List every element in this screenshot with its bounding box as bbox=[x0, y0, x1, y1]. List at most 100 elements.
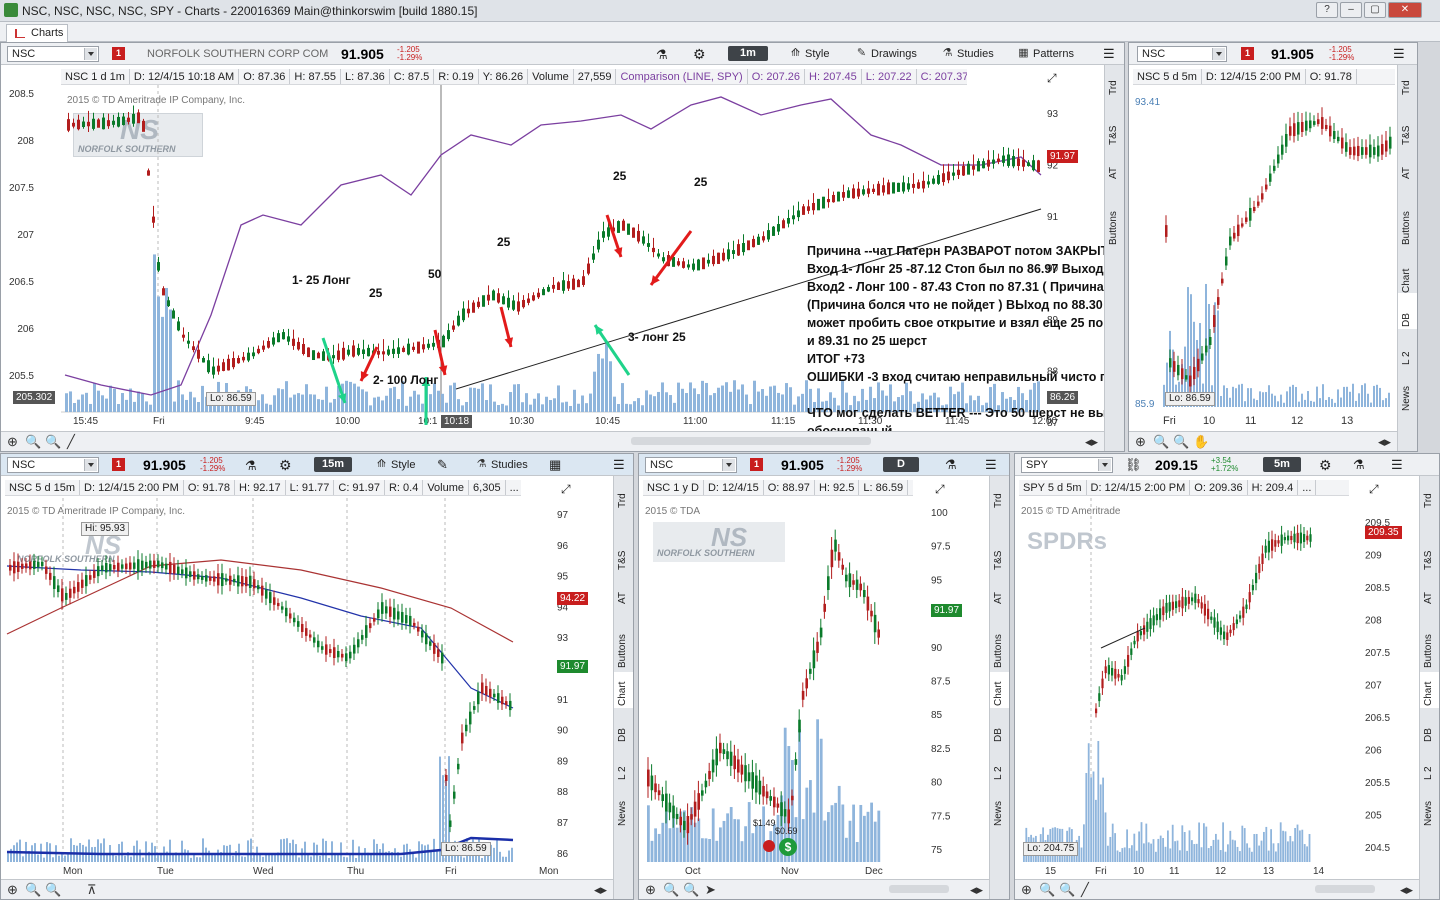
br-time-tick: Fri bbox=[1095, 866, 1107, 877]
style-button[interactable]: ⟰ Style bbox=[787, 46, 830, 62]
bm-scrollbar[interactable] bbox=[889, 885, 949, 893]
link-badge[interactable]: 1 bbox=[112, 47, 125, 60]
crosshair-icon[interactable]: ⊕ bbox=[1021, 883, 1032, 897]
bm-candle-body bbox=[762, 785, 765, 797]
side-tab-chart[interactable]: Chart bbox=[614, 672, 633, 708]
patterns-button[interactable]: ▦ Patterns bbox=[1015, 46, 1074, 62]
side-tab-chart[interactable]: Chart bbox=[1420, 672, 1439, 708]
flask-icon[interactable]: ⚗ bbox=[656, 47, 668, 63]
br-symbol-selector[interactable]: SPY bbox=[1021, 457, 1113, 473]
scroll-arrows-icon[interactable]: ◂▸ bbox=[970, 883, 983, 897]
collapse-icon[interactable]: ⤢ bbox=[1369, 482, 1379, 497]
pencil-icon[interactable]: ✎ bbox=[437, 457, 448, 473]
bl-symbol-selector[interactable]: NSC bbox=[7, 457, 99, 473]
br-candle-body bbox=[1168, 602, 1171, 612]
chevron-down-icon[interactable] bbox=[722, 459, 735, 471]
menu-icon[interactable]: ☰ bbox=[985, 457, 997, 473]
candle-body bbox=[237, 357, 240, 364]
minimize-button[interactable]: – bbox=[1340, 2, 1362, 18]
bm-candle-body bbox=[776, 803, 780, 808]
tr-symbol-selector[interactable]: NSC bbox=[1137, 46, 1227, 62]
candle-body bbox=[442, 335, 445, 348]
bm-candle-body bbox=[751, 772, 754, 789]
studies-button[interactable]: ⚗ Studies bbox=[939, 46, 994, 62]
aggregation-button[interactable]: 1m bbox=[728, 46, 768, 61]
patterns-icon[interactable]: ▦ bbox=[549, 457, 561, 473]
crosshair-icon[interactable]: ⊕ bbox=[1135, 435, 1146, 449]
bm-aggregation-button[interactable]: D bbox=[883, 457, 919, 472]
menu-icon[interactable]: ☰ bbox=[1391, 457, 1403, 473]
help-button[interactable]: ? bbox=[1316, 2, 1338, 18]
zoom-out-icon[interactable]: 🔍 bbox=[1059, 883, 1075, 897]
drawing-line-icon[interactable]: ╱ bbox=[1081, 883, 1089, 897]
tr-volume-bar bbox=[1367, 393, 1369, 407]
scroll-arrows-icon[interactable]: ◂▸ bbox=[1378, 435, 1391, 449]
link-icon[interactable]: ⛓ bbox=[1125, 457, 1142, 473]
bl-candle-body bbox=[169, 561, 172, 574]
menu-icon[interactable]: ☰ bbox=[613, 457, 625, 473]
gear-icon[interactable]: ⚙ bbox=[693, 46, 706, 63]
chevron-down-icon[interactable] bbox=[1098, 459, 1111, 471]
flask-icon[interactable]: ⚗ bbox=[1353, 457, 1365, 473]
chevron-down-icon[interactable] bbox=[84, 48, 97, 60]
candle-body bbox=[742, 243, 745, 253]
collapse-icon[interactable]: ⤢ bbox=[935, 482, 945, 497]
zoom-in-icon[interactable]: 🔍 bbox=[25, 435, 41, 449]
zoom-in-icon[interactable]: 🔍 bbox=[663, 883, 679, 897]
crosshair-icon[interactable]: ⊕ bbox=[645, 883, 656, 897]
bl-volume-bar bbox=[415, 857, 417, 862]
br-volume-bar bbox=[1236, 846, 1239, 862]
scrollbar[interactable] bbox=[631, 437, 871, 445]
bm-candle-body bbox=[765, 791, 769, 799]
bl-candle-body bbox=[341, 653, 344, 658]
crosshair-icon[interactable]: ⊕ bbox=[7, 883, 18, 897]
bl-link-badge[interactable]: 1 bbox=[112, 458, 125, 471]
pan-hand-icon[interactable]: ✋ bbox=[1193, 435, 1209, 449]
pointer-icon[interactable]: ➤ bbox=[705, 883, 716, 897]
volume-bar bbox=[69, 391, 72, 412]
scroll-arrows-icon[interactable]: ◂▸ bbox=[1085, 435, 1098, 449]
flask-icon[interactable]: ⚗ bbox=[945, 457, 957, 473]
menu-icon[interactable]: ☰ bbox=[1393, 46, 1405, 62]
zoom-out-icon[interactable]: 🔍 bbox=[1173, 435, 1189, 449]
tab-charts[interactable]: Charts bbox=[6, 24, 68, 42]
scroll-arrows-icon[interactable]: ◂▸ bbox=[1400, 883, 1413, 897]
drawings-button[interactable]: ✎ Drawings bbox=[853, 46, 917, 62]
volume-bar bbox=[561, 402, 564, 412]
menu-icon[interactable]: ☰ bbox=[1103, 46, 1115, 62]
zoom-in-icon[interactable]: 🔍 bbox=[1039, 883, 1055, 897]
close-button[interactable]: ✕ bbox=[1388, 2, 1422, 18]
bm-symbol-selector[interactable]: NSC bbox=[645, 457, 737, 473]
crosshair-icon[interactable]: ⊕ bbox=[7, 435, 18, 449]
chevron-down-icon[interactable] bbox=[1212, 48, 1225, 60]
bm-volume-bar bbox=[823, 820, 827, 862]
zoom-in-icon[interactable]: 🔍 bbox=[25, 883, 41, 897]
flask-icon[interactable]: ⚗ bbox=[245, 458, 257, 474]
collapse-bar-icon[interactable]: ⊼ bbox=[87, 883, 97, 897]
br-aggregation-button[interactable]: 5m bbox=[1263, 457, 1301, 472]
collapse-icon[interactable]: ⤢ bbox=[561, 482, 571, 497]
scroll-arrows-icon[interactable]: ◂▸ bbox=[594, 883, 607, 897]
br-scrollbar[interactable] bbox=[1315, 885, 1375, 893]
dividend-icon[interactable]: $ bbox=[779, 838, 797, 856]
bl-studies-button[interactable]: ⚗ Studies bbox=[473, 457, 528, 473]
gear-icon[interactable]: ⚙ bbox=[1319, 457, 1332, 474]
zoom-out-icon[interactable]: 🔍 bbox=[45, 435, 61, 449]
earnings-icon[interactable] bbox=[763, 840, 775, 852]
collapse-icon[interactable]: ⤢ bbox=[1047, 71, 1057, 86]
bl-style-button[interactable]: ⟰ Style bbox=[373, 457, 416, 473]
zoom-out-icon[interactable]: 🔍 bbox=[45, 883, 61, 897]
bl-candle-body bbox=[305, 628, 308, 636]
symbol-selector[interactable]: NSC bbox=[7, 46, 99, 62]
bm-link-badge[interactable]: 1 bbox=[750, 458, 763, 471]
drawing-line-icon[interactable]: ╱ bbox=[67, 435, 75, 449]
zoom-in-icon[interactable]: 🔍 bbox=[1153, 435, 1169, 449]
tr-link-badge[interactable]: 1 bbox=[1241, 47, 1254, 60]
maximize-button[interactable]: ▢ bbox=[1364, 2, 1386, 18]
bl-aggregation-button[interactable]: 15m bbox=[314, 457, 352, 472]
zoom-out-icon[interactable]: 🔍 bbox=[683, 883, 699, 897]
chevron-down-icon[interactable] bbox=[84, 459, 97, 471]
side-tab-chart[interactable]: Chart bbox=[990, 672, 1009, 708]
volume-bar bbox=[457, 399, 460, 412]
gear-icon[interactable]: ⚙ bbox=[279, 457, 292, 474]
